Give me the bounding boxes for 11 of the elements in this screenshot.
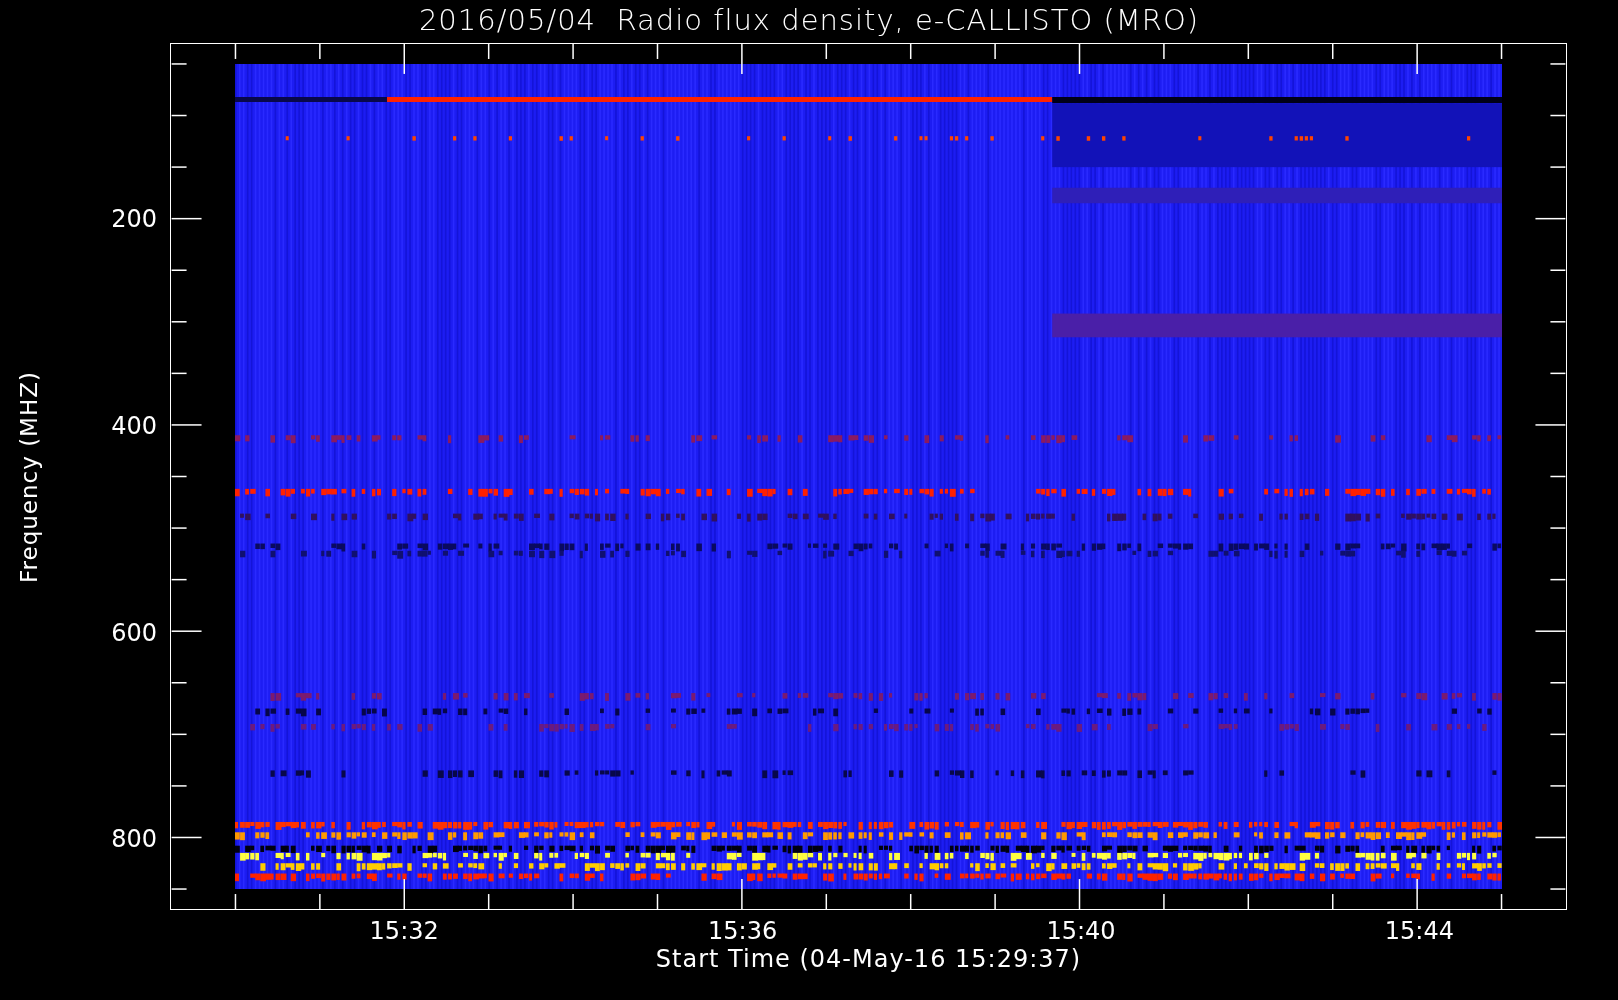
x-axis-title: Start Time (04-May-16 15:29:37)	[655, 945, 1082, 973]
y-tick-label: 200	[111, 205, 157, 234]
y-axis-title: Frequency (MHZ)	[16, 370, 42, 583]
y-tick-label: 400	[111, 411, 157, 440]
y-tick-label: 600	[111, 618, 157, 647]
x-tick-label: 15:32	[369, 917, 439, 945]
x-tick-label: 15:40	[1046, 917, 1116, 945]
x-tick-label: 15:36	[708, 917, 778, 945]
y-tick-label: 800	[111, 825, 157, 854]
x-tick-label: 15:44	[1384, 917, 1454, 945]
chart-title: 2016/05/04 Radio flux density, e-CALLISTO (MRO)	[418, 2, 1200, 39]
